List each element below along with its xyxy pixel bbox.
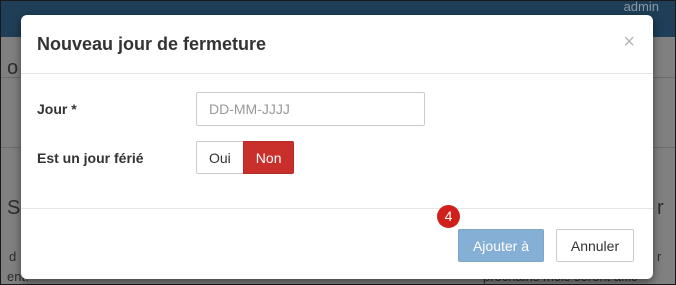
modal-header: Nouveau jour de fermeture × [21, 15, 653, 74]
cancel-button[interactable]: Annuler [556, 229, 634, 262]
closing-day-modal: Nouveau jour de fermeture × Jour * Est u… [21, 15, 653, 279]
holiday-toggle-group: Oui Non [196, 141, 295, 174]
background-text-fragment: d [9, 249, 17, 264]
holiday-label: Est un jour férié [37, 150, 144, 166]
modal-footer: Ajouter à Annuler [21, 208, 653, 279]
holiday-yes-button[interactable]: Oui [196, 141, 243, 174]
modal-title: Nouveau jour de fermeture [37, 34, 267, 54]
day-label: Jour * [37, 101, 77, 117]
holiday-no-button[interactable]: Non [242, 141, 295, 174]
add-button[interactable]: Ajouter à [458, 229, 544, 262]
close-icon[interactable]: × [623, 32, 635, 52]
background-text-fragment: r [657, 249, 662, 264]
background-user-label: admin [623, 0, 659, 14]
day-date-input[interactable] [196, 92, 425, 126]
background-heading-fragment: S [7, 197, 21, 219]
background-heading-fragment: r [657, 197, 664, 219]
step-marker-badge: 4 [437, 205, 460, 228]
